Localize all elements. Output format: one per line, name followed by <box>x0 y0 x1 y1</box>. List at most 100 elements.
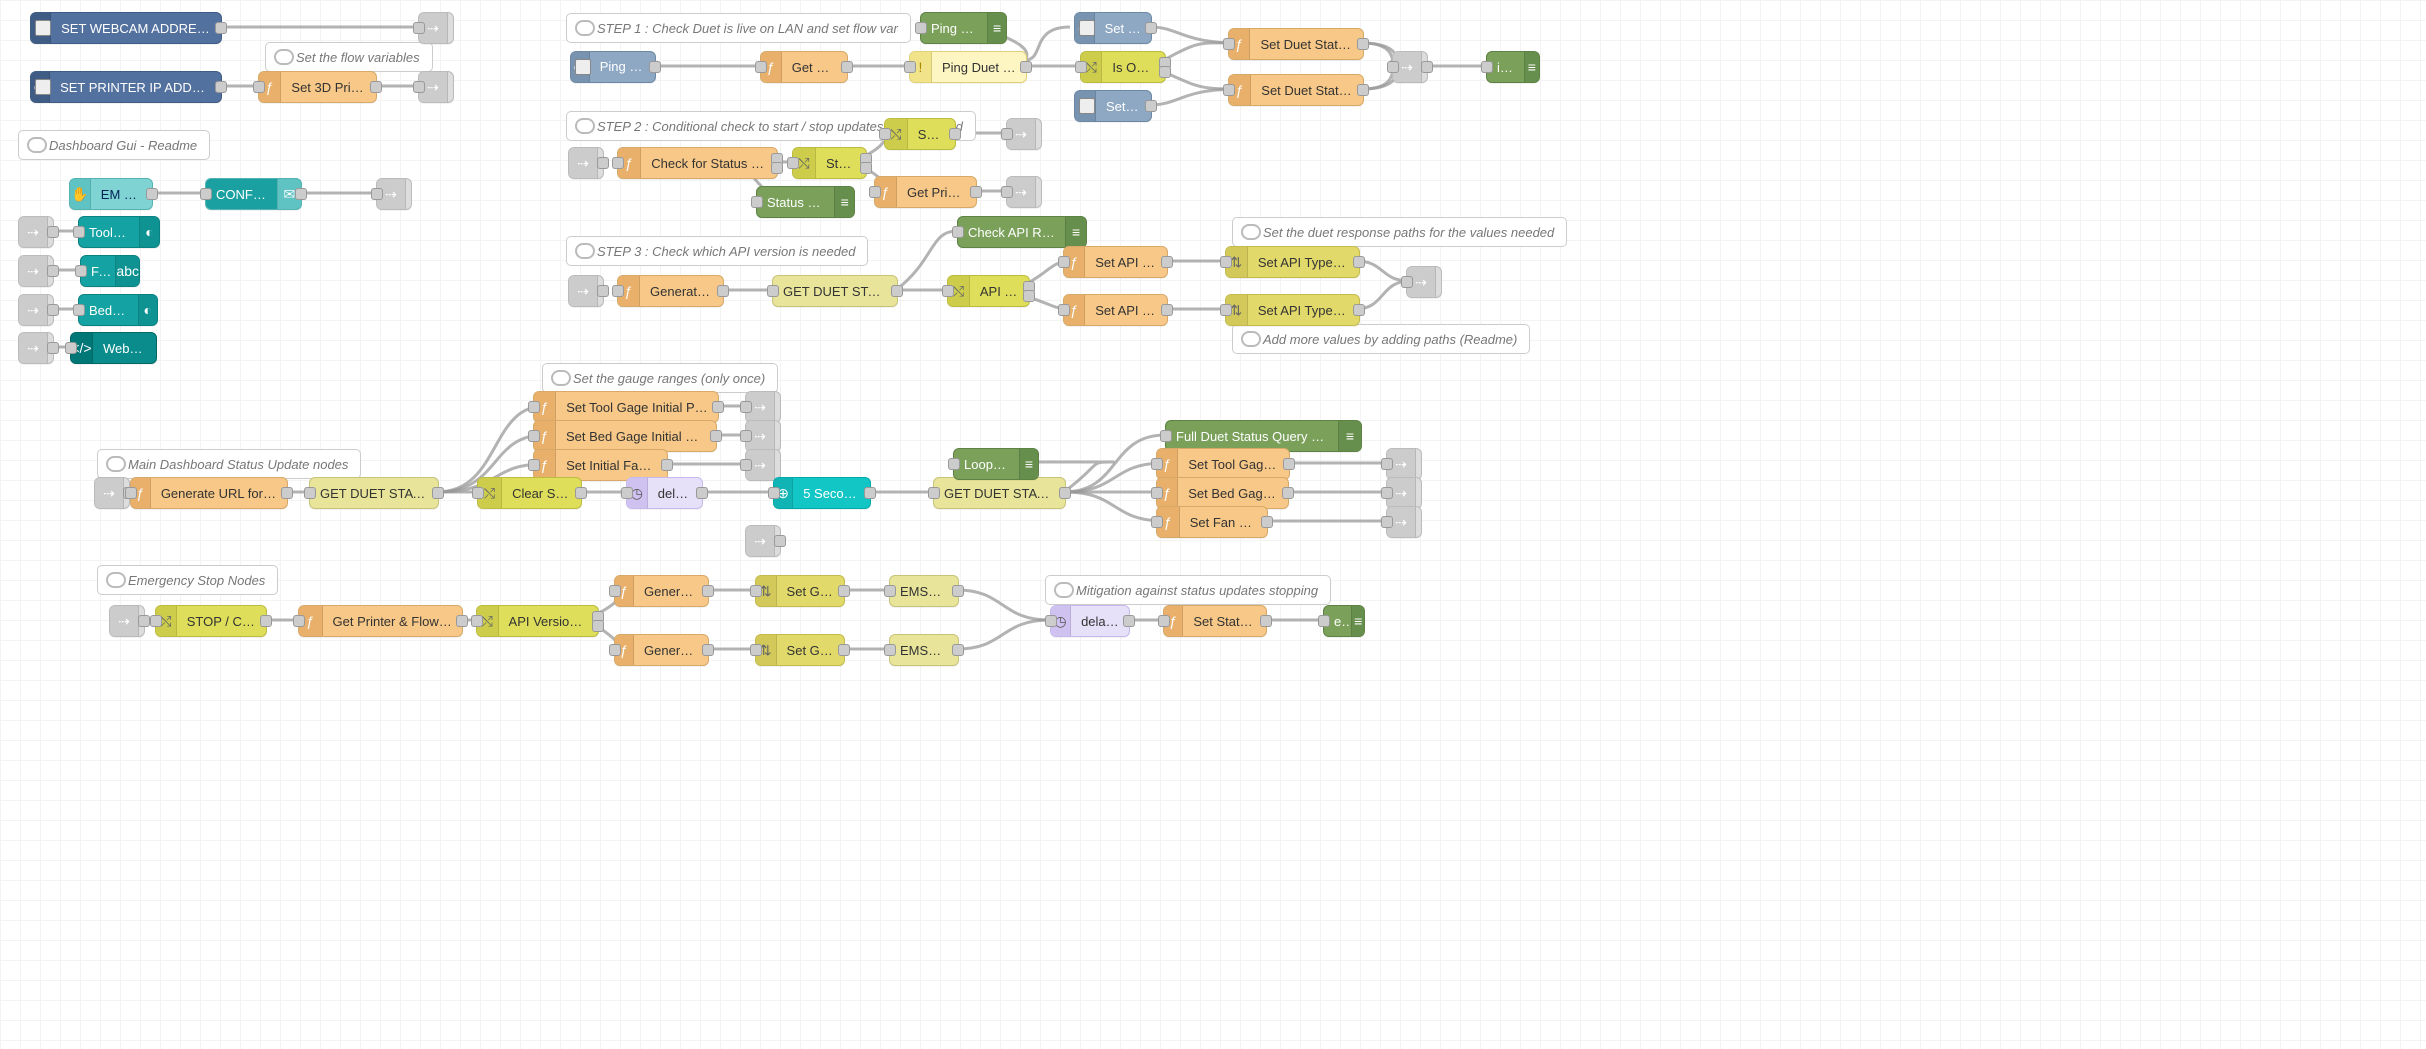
port-out[interactable] <box>215 81 227 93</box>
link-out[interactable]: ⇢ <box>1006 118 1042 150</box>
switch-is-online[interactable]: ⤭Is Online? <box>1080 51 1166 83</box>
switch-stop[interactable]: ⤭STOP <box>884 118 956 150</box>
text: Set the gauge ranges (only once) <box>573 371 765 386</box>
link-out[interactable]: ⇢ <box>1386 448 1422 480</box>
link-out[interactable]: ⇢ <box>745 449 781 481</box>
fn-generate-url-b[interactable]: ƒGenerate URL <box>614 634 709 666</box>
change-set-api-t2-paths[interactable]: ⇅Set API Type 2 Paths <box>1225 246 1360 278</box>
fn-set-duet-status-false[interactable]: ƒSet Duet Status False <box>1228 28 1364 60</box>
link-in[interactable]: ⇢ <box>745 525 781 557</box>
fn-set-tool-gage-values[interactable]: ƒSet Tool Gage Values <box>1156 448 1290 480</box>
link-out[interactable]: ⇢ <box>418 71 454 103</box>
comment-step1[interactable]: STEP 1 : Check Duet is live on LAN and s… <box>566 13 911 43</box>
fn-set-bed-gage-values[interactable]: ƒSet Bed Gage Values <box>1156 477 1289 509</box>
inject-ping-duet[interactable]: ⇨Ping Duet ↻ <box>570 51 656 83</box>
ui-button-emstop[interactable]: ✋EM STOP <box>69 178 153 210</box>
ping-node[interactable]: !Ping Duet Printer <box>909 51 1027 83</box>
label: GET DUET STATUS <box>773 284 897 299</box>
comment-main-dash[interactable]: Main Dashboard Status Update nodes <box>97 449 361 479</box>
link-in[interactable]: ⇢ <box>18 332 54 364</box>
fn-set-fan-speed[interactable]: ƒSet Fan Speed <box>1156 506 1268 538</box>
debug-ping-results[interactable]: Ping Results≡ <box>920 12 1007 44</box>
comment-readme[interactable]: Dashboard Gui - Readme <box>18 130 210 160</box>
text: STEP 1 : Check Duet is live on LAN and s… <box>597 21 898 36</box>
http-get-duet-status[interactable]: GET DUET STATUS <box>772 275 898 307</box>
debug-status-change[interactable]: Status Change≡ <box>756 186 855 218</box>
bars-icon: ≡ <box>834 187 854 217</box>
link-in[interactable]: ⇢ <box>18 255 54 287</box>
link-in[interactable]: ⇢ <box>18 294 54 326</box>
debug-check-api-resp[interactable]: Check API Response≡ <box>957 216 1087 248</box>
delay-15s[interactable]: ◷delay 15s <box>1050 605 1130 637</box>
comment-emergency[interactable]: Emergency Stop Nodes <box>97 565 278 595</box>
ui-notification-confirm[interactable]: CONFIRM✉ <box>205 178 302 210</box>
fn-get-duetip[interactable]: ƒGet DuetIP <box>760 51 848 83</box>
fn-set-3d-printer-ip[interactable]: ƒSet 3D Printer IP <box>258 71 377 103</box>
fn-set-api-type-2[interactable]: ƒSet API Type 2 <box>1063 246 1168 278</box>
link-out[interactable]: ⇢ <box>418 12 454 44</box>
link-out[interactable]: ⇢ <box>745 420 781 452</box>
switch-clear-status[interactable]: ⤭Clear Status <box>477 477 582 509</box>
fn-set-api-type-1[interactable]: ƒSet API Type 1 <box>1063 294 1168 326</box>
switch-api-version-check[interactable]: ⤭API Version Check <box>476 605 599 637</box>
inject-toggle[interactable] <box>35 79 51 95</box>
change-set-gcode-b[interactable]: ⇅Set G Code <box>755 634 845 666</box>
comment-set-flow[interactable]: Set the flow variables <box>265 42 433 72</box>
http-emstop-a[interactable]: EMSTOP <box>889 575 959 607</box>
port-in[interactable] <box>413 22 425 34</box>
inject-toggle[interactable] <box>35 20 51 36</box>
http-get-duet-status-3[interactable]: GET DUET STATUS <box>933 477 1066 509</box>
comment-gauge-ranges[interactable]: Set the gauge ranges (only once) <box>542 363 778 393</box>
flow-canvas[interactable]: Set the flow variables Dashboard Gui - R… <box>0 0 2426 1049</box>
delay-5s[interactable]: ◷delay 5s <box>626 477 703 509</box>
looptimer-5s[interactable]: ⊕5 Second Loop <box>773 477 871 509</box>
inject-toggle[interactable] <box>575 59 591 75</box>
link-out[interactable]: ⇢ <box>745 391 781 423</box>
fn-set-tool-initial[interactable]: ƒSet Tool Gage Initial Parameters <box>533 391 719 423</box>
label: Set G Code <box>777 584 844 599</box>
fn-gen-url-api-version[interactable]: ƒGenerate URL for API Version <box>130 477 288 509</box>
link-in[interactable]: ⇢ <box>568 275 604 307</box>
ui-text-fan[interactable]: FANabc <box>80 255 140 287</box>
ui-gauge-tool-temp[interactable]: Tool Temp◐ <box>78 216 160 248</box>
inject-set-true[interactable]: ⇨Set True <box>1074 90 1152 122</box>
port-out[interactable] <box>215 22 227 34</box>
link-out[interactable]: ⇢ <box>1386 506 1422 538</box>
http-emstop-b[interactable]: EMSTOP <box>889 634 959 666</box>
fn-check-status-change[interactable]: ƒCheck for Status Change <box>617 147 778 179</box>
fn-set-duet-status-true[interactable]: ƒSet Duet Status True <box>1228 74 1364 106</box>
link-in[interactable]: ⇢ <box>18 216 54 248</box>
fn-set-bed-initial[interactable]: ƒSet Bed Gage Initial Parameters <box>533 420 717 452</box>
http-get-duet-status-2[interactable]: GET DUET STATUS <box>309 477 439 509</box>
change-set-api-t1-paths[interactable]: ⇅Set API Type 1 Paths <box>1225 294 1360 326</box>
link-in[interactable]: ⇢ <box>568 147 604 179</box>
link-out[interactable]: ⇢ <box>376 178 412 210</box>
link-out[interactable]: ⇢ <box>1006 176 1042 208</box>
change-set-gcode-a[interactable]: ⇅Set G Code <box>755 575 845 607</box>
switch-start[interactable]: ⤭Start ? <box>792 147 867 179</box>
comment-step3[interactable]: STEP 3 : Check which API version is need… <box>566 236 868 266</box>
fn-get-printer-flow-values[interactable]: ƒGet Printer & Flow Values <box>298 605 463 637</box>
label: Set False <box>1095 21 1151 36</box>
debug-loop-check[interactable]: Loop Check≡ <box>953 448 1039 480</box>
inject-printer-ip[interactable]: ⇨ SET PRINTER IP ADDRESS IN HERE ↑ <box>30 71 222 103</box>
switch-api-type[interactable]: ⤭API Type <box>947 275 1030 307</box>
fn-set-status-false[interactable]: ƒSet Status False <box>1163 605 1267 637</box>
ui-gauge-bed-temp[interactable]: Bed Temp◐ <box>78 294 158 326</box>
fn-generate-url-a[interactable]: ƒGenerate URL <box>614 575 709 607</box>
comment-add-more[interactable]: Add more values by adding paths (Readme) <box>1232 324 1530 354</box>
switch-stop-cancel[interactable]: ⤭STOP / CANCEL <box>155 605 267 637</box>
link-in[interactable]: ⇢ <box>109 605 145 637</box>
comment-resp-paths[interactable]: Set the duet response paths for the valu… <box>1232 217 1567 247</box>
inject-webcam-addr[interactable]: ⇨ SET WEBCAM ADDRESS IN HERE ↑ <box>30 12 222 44</box>
fn-generate-url[interactable]: ƒGenerate URL <box>617 275 724 307</box>
debug-is-live[interactable]: is live≡ <box>1486 51 1540 83</box>
ui-template-webcam[interactable]: </>Web Cam <box>70 332 157 364</box>
link-out[interactable]: ⇢ <box>1392 51 1428 83</box>
link-out[interactable]: ⇢ <box>1406 266 1442 298</box>
debug-em[interactable]: em≡ <box>1323 605 1365 637</box>
fn-get-printer-ip[interactable]: ƒGet Printer IP <box>874 176 977 208</box>
inject-set-false[interactable]: ⇨Set False <box>1074 12 1152 44</box>
link-out[interactable]: ⇢ <box>1386 477 1422 509</box>
comment-mitigation[interactable]: Mitigation against status updates stoppi… <box>1045 575 1331 605</box>
